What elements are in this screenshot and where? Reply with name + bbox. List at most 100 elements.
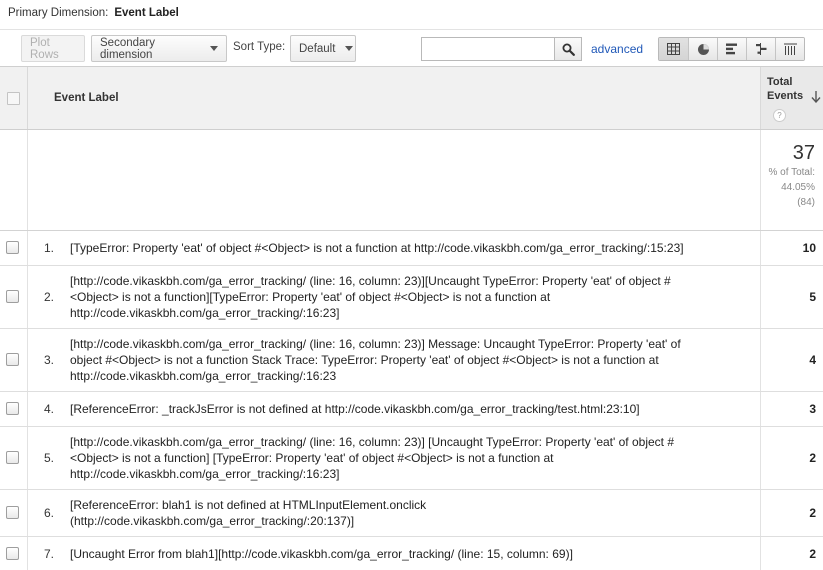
row-checkbox-cell bbox=[0, 231, 28, 265]
bar-view-button[interactable] bbox=[717, 38, 746, 60]
table-row: 1. [TypeError: Property 'eat' of object #… bbox=[0, 231, 823, 266]
event-label-line: http://code.vikaskbh.com/ga_error_tracki… bbox=[70, 467, 340, 481]
row-event-label[interactable]: [http://code.vikaskbh.com/ga_error_track… bbox=[70, 434, 746, 482]
sort-type-label: Sort Type: bbox=[233, 41, 286, 53]
event-label-line: http://code.vikaskbh.com/ga_error_tracki… bbox=[70, 306, 340, 320]
event-label-line: <Object> is not a function][TypeError: P… bbox=[70, 290, 551, 304]
summary-percent-label: % of Total: bbox=[768, 167, 815, 178]
row-checkbox[interactable] bbox=[6, 290, 19, 303]
row-checkbox[interactable] bbox=[6, 506, 19, 519]
table-row: 4. [ReferenceError: _trackJsError is not … bbox=[0, 392, 823, 427]
row-total-events-value: 4 bbox=[809, 353, 816, 367]
chevron-down-icon bbox=[345, 46, 354, 51]
row-index: 1. bbox=[43, 241, 54, 255]
row-checkbox[interactable] bbox=[6, 451, 19, 464]
row-index: 2. bbox=[43, 290, 54, 304]
primary-dimension-bar: Primary Dimension: Event Label bbox=[0, 0, 823, 29]
row-total-events-cell: 2 bbox=[760, 427, 823, 489]
row-index: 6. bbox=[43, 506, 54, 520]
row-event-label[interactable]: [http://code.vikaskbh.com/ga_error_track… bbox=[70, 273, 746, 321]
sort-descending-arrow-icon bbox=[811, 91, 821, 103]
row-index: 3. bbox=[43, 353, 54, 367]
event-label-line: [http://code.vikaskbh.com/ga_error_track… bbox=[70, 337, 681, 351]
select-all-checkbox[interactable] bbox=[7, 92, 20, 105]
event-label-line: [http://code.vikaskbh.com/ga_error_track… bbox=[70, 435, 674, 449]
primary-dimension-label: Primary Dimension: bbox=[8, 7, 109, 19]
table-view-button[interactable] bbox=[659, 38, 688, 60]
comparison-view-button[interactable] bbox=[746, 38, 775, 60]
summary-overall-total: (84) bbox=[797, 197, 815, 208]
table-row: 2. [http://code.vikaskbh.com/ga_error_tra… bbox=[0, 266, 823, 329]
pivot-view-button[interactable] bbox=[775, 38, 804, 60]
row-total-events-cell: 5 bbox=[760, 266, 823, 328]
row-checkbox-cell bbox=[0, 490, 28, 536]
total-events-header-label: Total Events bbox=[767, 76, 804, 102]
secondary-dimension-dropdown[interactable]: Secondary dimension bbox=[91, 35, 227, 62]
comparison-view-icon bbox=[755, 43, 766, 55]
secondary-dimension-label: Secondary dimension bbox=[100, 36, 155, 61]
event-label-line: <Object> is not a function] [TypeError: … bbox=[70, 451, 554, 465]
row-event-label[interactable]: [ReferenceError: blah1 is not defined at… bbox=[70, 497, 746, 529]
event-label-line: [http://code.vikaskbh.com/ga_error_track… bbox=[70, 274, 671, 288]
row-total-events-cell: 10 bbox=[760, 231, 823, 265]
row-event-label[interactable]: [Uncaught Error from blah1][http://code.… bbox=[70, 546, 746, 562]
search-button[interactable] bbox=[554, 37, 582, 61]
summary-row: 37 % of Total: 44.05% (84) bbox=[0, 130, 823, 231]
summary-total-value: 37 bbox=[792, 142, 815, 164]
row-total-events-value: 10 bbox=[802, 241, 816, 255]
event-label-line: http://code.vikaskbh.com/ga_error_tracki… bbox=[70, 369, 337, 383]
event-label-line: [TypeError: Property 'eat' of object #<O… bbox=[70, 241, 684, 255]
row-event-label[interactable]: [http://code.vikaskbh.com/ga_error_track… bbox=[70, 336, 746, 384]
table-row: 3. [http://code.vikaskbh.com/ga_error_tra… bbox=[0, 329, 823, 392]
row-checkbox-cell bbox=[0, 392, 28, 426]
bar-view-icon bbox=[725, 43, 737, 55]
row-event-label[interactable]: [ReferenceError: _trackJsError is not de… bbox=[70, 401, 746, 417]
row-checkbox-cell bbox=[0, 266, 28, 328]
summary-checkbox-cell bbox=[0, 130, 28, 230]
row-total-events-value: 3 bbox=[809, 402, 816, 416]
pivot-view-icon bbox=[783, 43, 797, 55]
row-checkbox[interactable] bbox=[6, 547, 19, 560]
row-total-events-value: 2 bbox=[809, 547, 816, 561]
sort-type-value: Default bbox=[299, 42, 336, 55]
row-checkbox-cell bbox=[0, 329, 28, 391]
plot-rows-label: Plot Rows bbox=[30, 36, 59, 61]
pie-view-button[interactable] bbox=[688, 38, 717, 60]
view-switcher bbox=[658, 37, 805, 61]
table-header: Event Label Total Events ? bbox=[0, 66, 823, 130]
row-event-label[interactable]: [TypeError: Property 'eat' of object #<O… bbox=[70, 240, 746, 256]
table-row: 5. [http://code.vikaskbh.com/ga_error_tra… bbox=[0, 427, 823, 490]
row-total-events-value: 2 bbox=[809, 506, 816, 520]
row-checkbox-cell bbox=[0, 427, 28, 489]
table-row: 6. [ReferenceError: blah1 is not defined … bbox=[0, 490, 823, 537]
chevron-down-icon bbox=[210, 46, 218, 51]
row-checkbox[interactable] bbox=[6, 241, 19, 254]
pie-view-icon bbox=[697, 43, 709, 55]
summary-percent-value: 44.05% bbox=[781, 182, 815, 193]
advanced-filter-link[interactable]: advanced bbox=[591, 42, 643, 56]
primary-dimension-value[interactable]: Event Label bbox=[114, 7, 179, 19]
event-label-line: [ReferenceError: _trackJsError is not de… bbox=[70, 402, 640, 416]
select-all-cell bbox=[0, 67, 28, 129]
help-icon[interactable]: ? bbox=[773, 109, 786, 122]
table-row: 7. [Uncaught Error from blah1][http://cod… bbox=[0, 537, 823, 570]
sort-type-dropdown[interactable]: Default bbox=[290, 35, 356, 62]
row-total-events-cell: 2 bbox=[760, 537, 823, 570]
event-label-line: [ReferenceError: blah1 is not defined at… bbox=[70, 498, 427, 512]
magnifier-icon bbox=[562, 43, 575, 56]
column-header-event-label[interactable]: Event Label bbox=[54, 92, 119, 104]
table-search-input[interactable] bbox=[421, 37, 555, 61]
table-view-icon bbox=[667, 43, 680, 55]
row-total-events-value: 5 bbox=[809, 290, 816, 304]
event-label-line: object #<Object> is not a function Stack… bbox=[70, 353, 659, 367]
row-checkbox[interactable] bbox=[6, 353, 19, 366]
summary-total-events: 37 % of Total: 44.05% (84) bbox=[760, 130, 823, 230]
row-index: 4. bbox=[43, 402, 54, 416]
row-total-events-cell: 2 bbox=[760, 490, 823, 536]
column-header-total-events[interactable]: Total Events ? bbox=[760, 67, 823, 129]
row-total-events-cell: 3 bbox=[760, 392, 823, 426]
event-label-line: (http://code.vikaskbh.com/ga_error_track… bbox=[70, 514, 355, 528]
table-toolbar: Plot Rows Secondary dimension Sort Type:… bbox=[0, 29, 823, 66]
row-checkbox[interactable] bbox=[6, 402, 19, 415]
plot-rows-button[interactable]: Plot Rows bbox=[21, 35, 85, 62]
